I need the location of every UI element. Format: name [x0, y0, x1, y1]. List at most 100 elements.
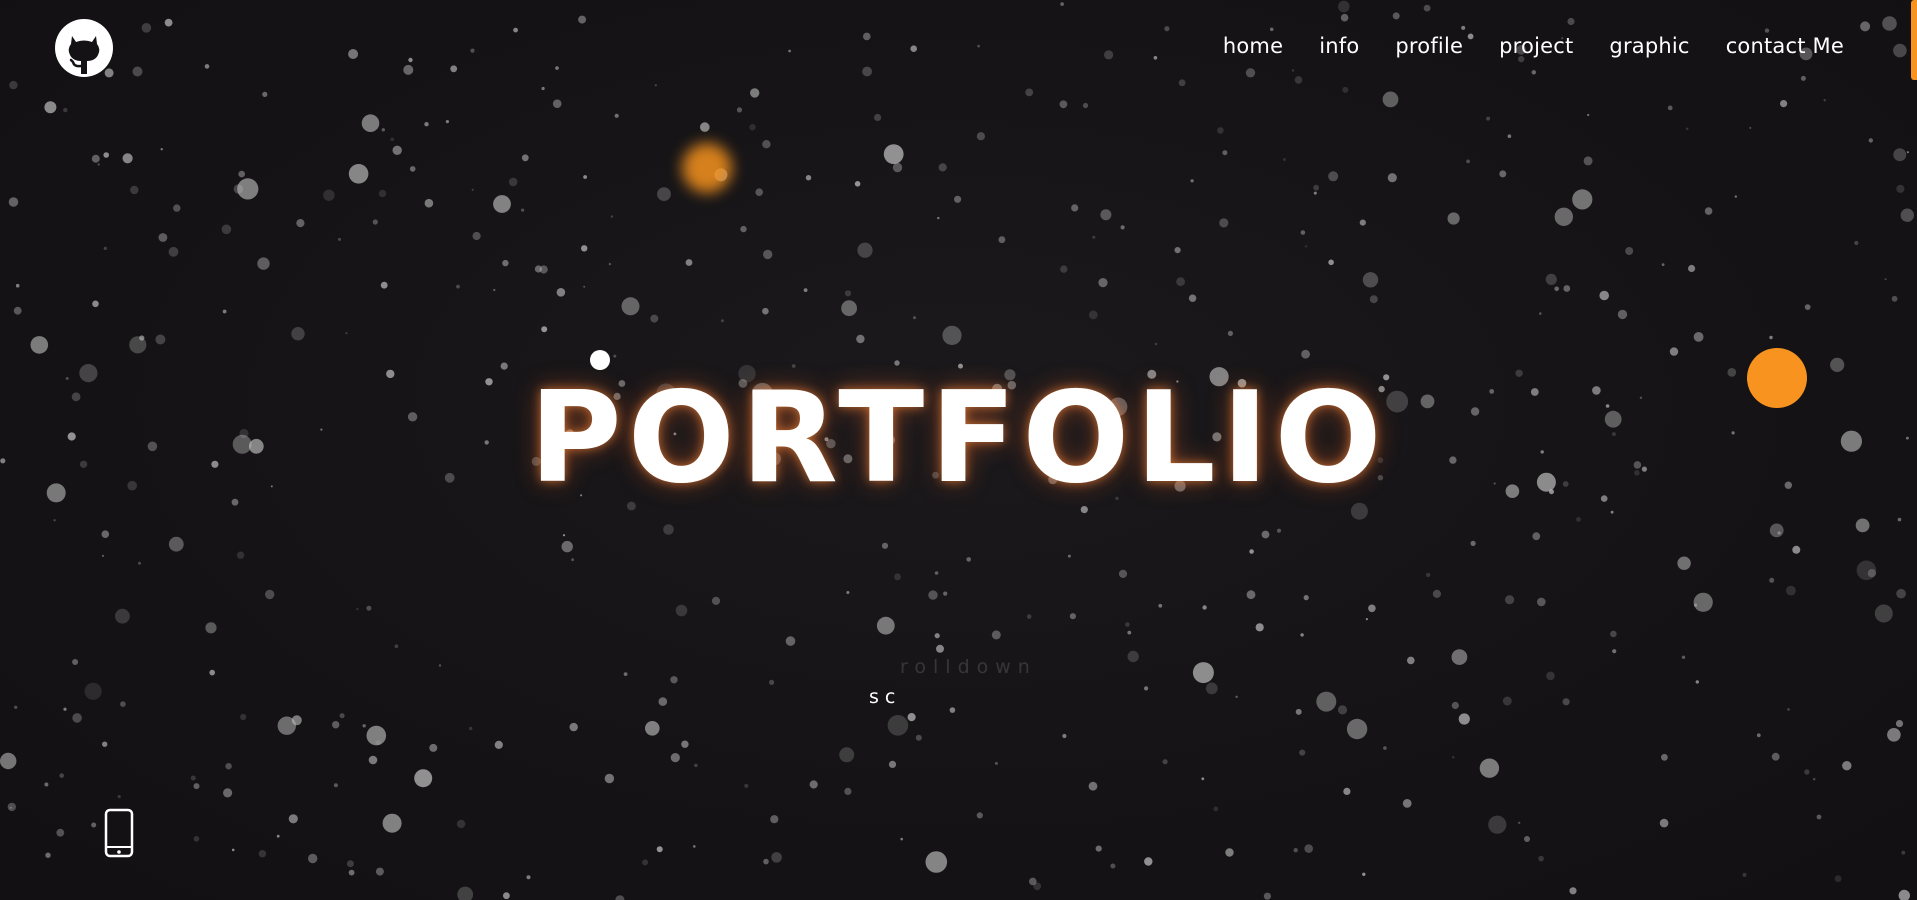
particle: [966, 557, 971, 562]
particle: [240, 713, 247, 721]
nav-home[interactable]: home: [1223, 34, 1283, 58]
particle: [785, 636, 796, 646]
nav-project[interactable]: project: [1499, 34, 1573, 58]
particle: [348, 49, 359, 59]
particle: [168, 246, 179, 257]
particle: [1532, 532, 1541, 541]
particle: [614, 113, 619, 118]
particle: [1313, 184, 1319, 191]
particle: [809, 780, 818, 789]
particle: [610, 215, 614, 218]
particle: [1893, 43, 1907, 58]
particle: [1426, 572, 1431, 578]
particle: [1693, 332, 1704, 342]
scroll-hint[interactable]: sc: [869, 686, 901, 708]
particle: [694, 763, 698, 768]
particle: [1756, 733, 1761, 738]
particle: [1303, 595, 1309, 601]
particle: [1661, 263, 1665, 266]
particle: [102, 741, 108, 747]
particle: [1901, 850, 1906, 855]
particle: [15, 283, 20, 288]
particle: [262, 91, 268, 97]
particle: [1304, 245, 1308, 248]
particle: [0, 752, 17, 770]
nav-profile[interactable]: profile: [1395, 34, 1463, 58]
particle: [333, 783, 338, 788]
particle: [1300, 633, 1304, 637]
particle: [1499, 170, 1507, 178]
particle: [658, 697, 668, 706]
particle: [13, 306, 22, 315]
particle: [1804, 304, 1811, 310]
particle: [1661, 753, 1668, 761]
particle: [513, 27, 518, 33]
particle: [1162, 759, 1168, 765]
particle: [1569, 887, 1577, 895]
particle: [1098, 278, 1108, 288]
particle: [976, 132, 986, 141]
particle: [949, 707, 956, 713]
particle: [1792, 545, 1801, 554]
particle: [1269, 27, 1274, 32]
particle: [1382, 91, 1399, 108]
particle: [445, 120, 449, 124]
particle: [438, 664, 442, 667]
hero-section: home info profile project graphic contac…: [0, 0, 1917, 900]
particle: [1338, 0, 1350, 13]
particle: [92, 300, 99, 308]
particle: [1062, 733, 1067, 739]
particle: [788, 49, 791, 53]
particle: [1219, 218, 1229, 228]
particle: [91, 154, 100, 163]
particle: [394, 644, 399, 649]
scrollbar-thumb[interactable]: [1911, 0, 1917, 80]
particle: [500, 362, 508, 370]
nav-graphic[interactable]: graphic: [1609, 34, 1689, 58]
particle: [1524, 836, 1530, 842]
nav-info[interactable]: info: [1319, 34, 1359, 58]
particle: [1531, 70, 1537, 75]
particle: [160, 148, 163, 151]
particle: [470, 48, 475, 53]
particle: [1362, 272, 1379, 288]
particle: [101, 530, 110, 538]
particle: [1328, 259, 1334, 266]
particle: [803, 288, 808, 292]
particle: [339, 713, 345, 719]
particle: [894, 573, 901, 581]
scroll-hint-faded: rolldown: [900, 656, 1037, 678]
orange-glow-particle: [682, 143, 732, 193]
particle: [469, 726, 473, 731]
particle: [910, 45, 917, 52]
particle: [130, 185, 139, 195]
particle: [954, 195, 962, 203]
particle: [97, 163, 100, 166]
particle: [763, 858, 769, 865]
particle: [1282, 158, 1286, 161]
particle: [265, 589, 275, 600]
particle: [308, 853, 318, 864]
particle: [938, 163, 947, 172]
particle: [1201, 777, 1205, 781]
particle: [1246, 590, 1256, 600]
particle: [1567, 17, 1575, 26]
particle: [238, 170, 245, 178]
particle: [493, 195, 511, 213]
particle: [53, 519, 56, 522]
phone-link[interactable]: [104, 808, 134, 858]
particle: [1505, 595, 1515, 605]
particle: [361, 114, 380, 132]
nav-contact[interactable]: contact Me: [1726, 34, 1844, 58]
particle: [205, 622, 217, 634]
particle: [1882, 16, 1897, 31]
github-logo-link[interactable]: [54, 18, 114, 78]
particle: [1734, 195, 1738, 198]
particle: [1190, 179, 1194, 183]
particle: [763, 249, 773, 260]
particle: [1205, 682, 1218, 695]
particle: [670, 676, 678, 684]
particle: [670, 753, 680, 763]
particle: [1830, 357, 1845, 372]
particle: [1227, 330, 1233, 336]
